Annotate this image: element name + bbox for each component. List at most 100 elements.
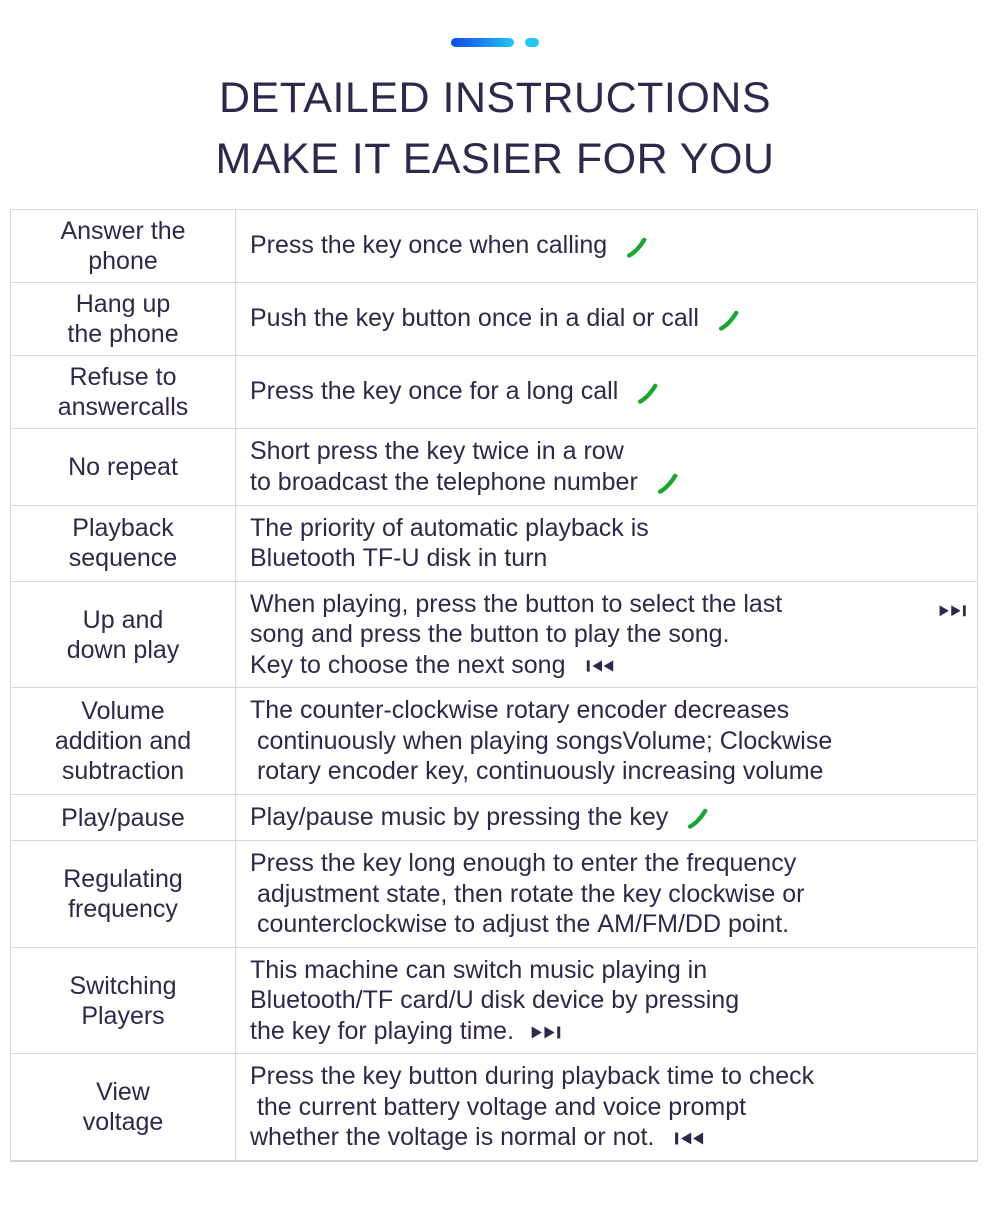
row-description-text: Press the key once when calling bbox=[250, 230, 653, 261]
row-label-text: Volume addition and subtraction bbox=[55, 696, 191, 786]
row-label: Refuse to answercalls bbox=[11, 356, 236, 429]
row-label-line: Play/pause bbox=[61, 803, 185, 832]
row-label-line: sequence bbox=[68, 544, 178, 573]
row-label-line: Playback bbox=[72, 514, 174, 543]
gradient-bar-icon bbox=[451, 37, 514, 47]
row-description-text: Press the key button during playback tim… bbox=[250, 1061, 814, 1153]
row-label-text: View voltage bbox=[83, 1077, 164, 1137]
next-track-icon bbox=[938, 603, 971, 619]
row-description-line: to broadcast the telephone number bbox=[250, 467, 684, 498]
row-label-line: voltage bbox=[82, 1108, 164, 1137]
row-description-line: The counter-clockwise rotary encoder dec… bbox=[250, 696, 790, 725]
row-label-line: addition and bbox=[54, 727, 192, 756]
row-label-line: answercalls bbox=[57, 393, 189, 422]
row-description-line: Play/pause music by pressing the key bbox=[250, 802, 714, 833]
row-label-line: No repeat bbox=[68, 453, 178, 482]
row-label-line: down play bbox=[66, 635, 180, 664]
row-label-text: Regulating frequency bbox=[63, 864, 183, 924]
row-description: When playing, press the button to select… bbox=[236, 582, 977, 688]
row-label-text: No repeat bbox=[68, 452, 178, 482]
row-label: View voltage bbox=[11, 1054, 236, 1160]
row-label-line: Hang up bbox=[75, 290, 171, 319]
row-label-line: Players bbox=[81, 1001, 165, 1030]
table-row: No repeat Short press the key twice in a … bbox=[11, 429, 977, 506]
row-description-line: This machine can switch music playing in bbox=[250, 955, 708, 984]
row-description-line: song and press the button to play the so… bbox=[250, 620, 730, 649]
row-description-text: Play/pause music by pressing the key bbox=[250, 802, 714, 833]
phone-handset-icon bbox=[654, 470, 684, 500]
page-title-line-2: MAKE IT EASIER FOR YOU bbox=[215, 135, 775, 184]
table-row: Play/pause Play/pause music by pressing t… bbox=[11, 794, 977, 842]
row-description-line: continuously when playing songsVolume; C… bbox=[250, 726, 833, 755]
row-label-line: Regulating bbox=[63, 865, 183, 894]
table-row: Up and down play When playing, press the b… bbox=[11, 581, 977, 689]
row-description-line: Bluetooth TF-U disk in turn bbox=[250, 544, 548, 573]
row-description-text: This machine can switch music playing in… bbox=[250, 955, 739, 1047]
phone-handset-icon bbox=[634, 380, 664, 410]
row-description-line: Press the key button during playback tim… bbox=[250, 1062, 815, 1091]
next-track-icon-wrapper bbox=[922, 594, 971, 625]
phone-handset-icon bbox=[623, 234, 653, 264]
table-row: Hang up the phone Push the key button once… bbox=[11, 283, 977, 357]
row-label-line: subtraction bbox=[61, 757, 185, 786]
row-label-line: Refuse to bbox=[69, 363, 177, 392]
row-label-text: Refuse to answercalls bbox=[58, 362, 189, 422]
row-description-text: The counter-clockwise rotary encoder dec… bbox=[250, 695, 832, 787]
row-label: Answer the phone bbox=[11, 210, 236, 283]
table-row: Playback sequence The priority of automati… bbox=[11, 505, 977, 582]
row-label-line: Answer the bbox=[60, 217, 186, 246]
row-description: The priority of automatic playback is Blu… bbox=[236, 506, 977, 581]
row-description-text: Press the key long enough to enter the f… bbox=[250, 848, 804, 940]
row-description-text: Push the key button once in a dial or ca… bbox=[250, 303, 745, 334]
table-row: Switching Players This machine can switch … bbox=[11, 947, 977, 1055]
row-label-text: Play/pause bbox=[61, 803, 185, 833]
row-description: Press the key button during playback tim… bbox=[236, 1054, 977, 1160]
row-label-text: Switching Players bbox=[70, 971, 177, 1031]
row-label-text: Playback sequence bbox=[69, 513, 177, 573]
previous-track-icon bbox=[582, 658, 616, 674]
row-label: Regulating frequency bbox=[11, 841, 236, 947]
page-title-line-1: DETAILED INSTRUCTIONS bbox=[218, 74, 772, 122]
table-row: Answer the phone Press the key once when c… bbox=[11, 210, 977, 284]
table-row: Refuse to answercalls Press the key once f… bbox=[11, 356, 977, 430]
row-label-text: Answer the phone bbox=[60, 216, 185, 276]
row-description: Press the key once when calling bbox=[236, 210, 977, 282]
row-description: Press the key once for a long call bbox=[236, 356, 977, 428]
row-label: No repeat bbox=[11, 429, 236, 505]
row-description-text: Press the key once for a long call bbox=[250, 376, 664, 407]
decorative-divider bbox=[0, 36, 990, 48]
row-description-line: whether the voltage is normal or not. bbox=[250, 1122, 814, 1153]
gradient-dot-icon bbox=[525, 37, 539, 47]
row-description: Short press the key twice in a row to bro… bbox=[236, 429, 977, 505]
row-label-text: Hang up the phone bbox=[67, 289, 178, 349]
row-description-line: Bluetooth/TF card/U disk device by press… bbox=[250, 986, 740, 1015]
row-description-line: The priority of automatic playback is bbox=[250, 513, 649, 542]
row-label: Up and down play bbox=[11, 581, 236, 688]
row-description: Press the key long enough to enter the f… bbox=[236, 841, 977, 947]
table-row: Volume addition and subtraction The counter… bbox=[11, 688, 977, 795]
table-row: View voltage Press the key button during p… bbox=[11, 1054, 977, 1160]
row-description-text: Short press the key twice in a row to bro… bbox=[250, 436, 684, 498]
row-description-text: The priority of automatic playback is Blu… bbox=[250, 513, 649, 574]
row-label-line: the phone bbox=[67, 320, 179, 349]
row-description-line: the key for playing time. bbox=[250, 1016, 739, 1047]
row-label-text: Up and down play bbox=[67, 605, 180, 665]
row-description: Push the key button once in a dial or ca… bbox=[236, 283, 977, 355]
table-row: Regulating frequency Press the key long en… bbox=[11, 841, 977, 948]
row-description-line: the current battery voltage and voice pr… bbox=[250, 1092, 747, 1121]
previous-track-icon bbox=[670, 1130, 706, 1147]
row-label-line: phone bbox=[88, 247, 158, 276]
row-description: The counter-clockwise rotary encoder dec… bbox=[236, 688, 977, 794]
row-description-line: Short press the key twice in a row bbox=[250, 437, 624, 466]
row-label: Hang up the phone bbox=[11, 283, 236, 356]
row-description-text: When playing, press the button to select… bbox=[250, 589, 782, 681]
row-description: This machine can switch music playing in… bbox=[236, 948, 977, 1054]
instructions-table: Answer the phone Press the key once when c… bbox=[10, 209, 978, 1162]
page-title: DETAILED INSTRUCTIONS MAKE IT EASIER FOR… bbox=[0, 68, 990, 190]
row-label: Playback sequence bbox=[11, 505, 236, 581]
row-description-line: Press the key once when calling bbox=[250, 230, 653, 261]
row-label: Switching Players bbox=[11, 947, 236, 1054]
row-description-line: adjustment state, then rotate the key cl… bbox=[250, 879, 805, 908]
row-description: Play/pause music by pressing the key bbox=[236, 795, 977, 840]
row-description-line: Press the key long enough to enter the f… bbox=[250, 849, 797, 878]
